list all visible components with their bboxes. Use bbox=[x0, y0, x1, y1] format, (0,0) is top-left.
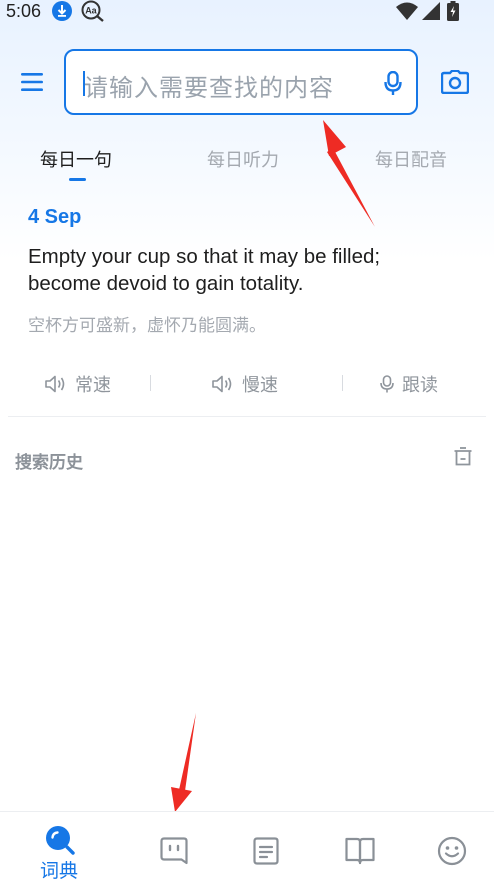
action-separator bbox=[342, 375, 343, 391]
wifi-icon bbox=[396, 2, 418, 20]
tab-indicator bbox=[69, 178, 86, 181]
battery-charging-icon bbox=[447, 1, 459, 21]
speaker-icon bbox=[212, 375, 232, 393]
sentence-chinese: 空杯方可盛新，虚怀乃能圆满。 bbox=[28, 316, 266, 336]
sentence-date: 4 Sep bbox=[28, 206, 82, 228]
slow-speed-button[interactable]: 慢速 bbox=[212, 372, 278, 396]
search-placeholder: 请输入需要查找的内容 bbox=[84, 74, 334, 102]
status-time: 5:06 bbox=[6, 1, 42, 21]
search-input[interactable]: 请输入需要查找的内容 bbox=[64, 49, 418, 115]
search-history-title: 搜索历史 bbox=[15, 453, 83, 473]
normal-speed-button[interactable]: 常速 bbox=[45, 372, 111, 396]
hamburger-menu-icon[interactable] bbox=[21, 72, 43, 92]
smiley-icon[interactable] bbox=[437, 836, 467, 866]
slow-speed-label: 慢速 bbox=[242, 375, 278, 396]
camera-icon[interactable] bbox=[441, 70, 469, 94]
book-icon[interactable] bbox=[345, 837, 375, 865]
bottom-nav-divider bbox=[0, 811, 494, 812]
follow-read-button[interactable]: 跟读 bbox=[380, 372, 438, 396]
sentence-english[interactable]: Empty your cup so that it may be filled;… bbox=[28, 243, 448, 297]
svg-text:Aa: Aa bbox=[85, 6, 97, 16]
tab-daily-listening[interactable]: 每日听力 bbox=[207, 146, 279, 172]
microphone-icon bbox=[380, 375, 394, 393]
notes-icon[interactable] bbox=[253, 837, 279, 865]
download-icon bbox=[52, 1, 72, 21]
cellular-icon bbox=[422, 2, 440, 20]
follow-read-label: 跟读 bbox=[402, 375, 438, 396]
trash-icon[interactable] bbox=[454, 447, 472, 466]
action-separator bbox=[150, 375, 151, 391]
chat-bot-icon[interactable] bbox=[160, 837, 188, 865]
microphone-icon[interactable] bbox=[384, 71, 402, 97]
speaker-icon bbox=[45, 375, 65, 393]
tab-daily-sentence[interactable]: 每日一句 bbox=[40, 146, 112, 172]
aa-translate-icon: Aa bbox=[81, 0, 104, 22]
status-bar: 5:06 Aa bbox=[0, 0, 494, 26]
section-divider bbox=[8, 416, 486, 417]
dictionary-search-icon bbox=[46, 826, 75, 855]
tab-daily-dubbing[interactable]: 每日配音 bbox=[375, 146, 447, 172]
normal-speed-label: 常速 bbox=[75, 375, 111, 396]
